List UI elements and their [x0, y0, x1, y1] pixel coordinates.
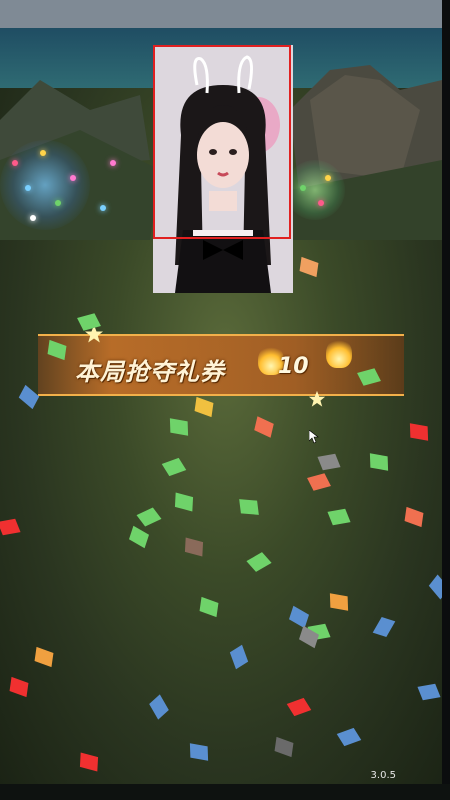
- confetti-piece: [194, 396, 214, 418]
- version-label: 3.0.5: [370, 770, 396, 781]
- firework-spark: [12, 160, 18, 166]
- firework-spark: [30, 215, 36, 221]
- firework-spark: [70, 175, 76, 181]
- confetti-piece: [329, 593, 349, 611]
- firework-spark: [300, 185, 306, 191]
- flame-effect: [326, 338, 352, 368]
- confetti-piece: [254, 416, 274, 438]
- firework-spark: [25, 185, 31, 191]
- confetti-piece: [149, 694, 169, 720]
- cursor-icon: [309, 430, 319, 444]
- firework-right: [285, 160, 345, 220]
- banner-title: 本局抢夺礼券: [75, 358, 225, 386]
- right-edge-strip: [442, 0, 450, 800]
- confetti-piece: [34, 646, 54, 668]
- confetti-piece: [18, 384, 40, 410]
- firework-spark: [55, 200, 61, 206]
- confetti-piece: [246, 552, 272, 572]
- confetti-piece: [274, 736, 294, 758]
- confetti-piece: [404, 506, 424, 528]
- banner-count: 10: [278, 354, 309, 379]
- confetti-piece: [286, 697, 312, 717]
- firework-spark: [318, 200, 324, 206]
- firework-spark: [110, 160, 116, 166]
- confetti-piece: [174, 492, 194, 512]
- confetti-piece: [136, 507, 162, 527]
- game-scene: 本局抢夺礼券 10 3.0.5: [0, 0, 450, 800]
- confetti-piece: [229, 644, 249, 670]
- confetti-piece: [372, 616, 396, 638]
- confetti-piece: [288, 605, 310, 629]
- confetti-piece: [189, 743, 209, 761]
- confetti-piece: [184, 537, 204, 557]
- confetti-piece: [169, 418, 189, 436]
- confetti-piece: [199, 596, 219, 618]
- confetti-piece: [417, 683, 441, 701]
- confetti-piece: [9, 676, 29, 698]
- top-bar: [0, 0, 442, 30]
- firework-spark: [40, 150, 46, 156]
- confetti-piece: [128, 525, 150, 549]
- firework-spark: [100, 205, 106, 211]
- confetti-piece: [79, 752, 99, 772]
- star-icon: [308, 390, 326, 407]
- confetti-piece: [336, 727, 362, 747]
- confetti-piece: [409, 423, 429, 441]
- firework-spark: [325, 175, 331, 181]
- confetti-piece: [369, 453, 389, 471]
- confetti-piece: [0, 518, 21, 536]
- confetti-piece: [161, 457, 187, 477]
- confetti-piece: [327, 508, 351, 526]
- confetti-piece: [239, 499, 259, 515]
- confetti-piece: [299, 256, 319, 278]
- bottom-strip: [0, 784, 450, 800]
- video-highlight-frame: [153, 45, 291, 239]
- confetti-piece: [307, 473, 331, 491]
- confetti-piece: [317, 453, 341, 471]
